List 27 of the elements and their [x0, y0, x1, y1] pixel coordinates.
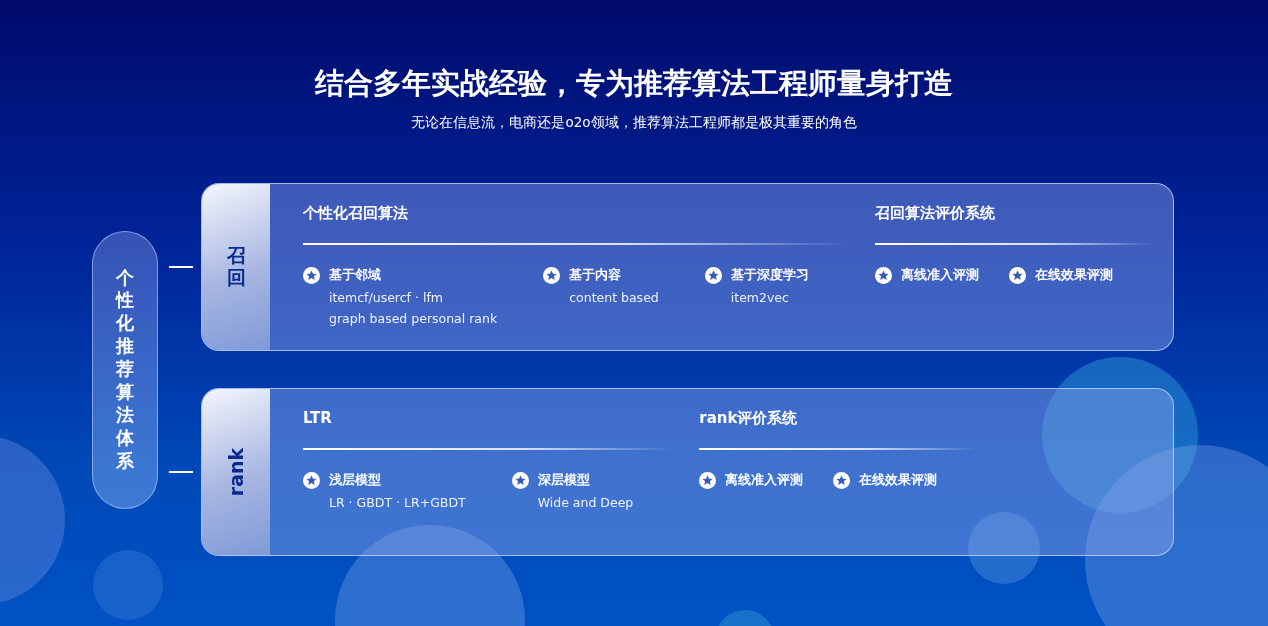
- page-title: 结合多年实战经验，专为推荐算法工程师量身打造: [315, 65, 953, 102]
- item-title: 基于深度学习: [730, 267, 809, 284]
- section-title: rank评价系统: [699, 409, 799, 429]
- section-title: 召回算法评价系统: [874, 204, 996, 224]
- section-title: 个性化召回算法: [303, 204, 409, 224]
- section-title: LTR: [303, 409, 333, 429]
- item-detail: graph based personal rank: [329, 311, 498, 326]
- root-node-label: 个性化推荐算法体系: [116, 266, 134, 473]
- item-title: 离线准入评测: [900, 267, 979, 284]
- connector-line: [169, 266, 193, 268]
- item-title: 深层模型: [537, 472, 590, 489]
- item-detail: content based: [569, 290, 659, 305]
- item-detail: LR · GBDT · LR+GBDT: [329, 495, 466, 510]
- item-detail: item2vec: [730, 290, 790, 305]
- card-tab-label: 召回: [226, 245, 246, 289]
- page-subtitle: 无论在信息流，电商还是o2o领域，推荐算法工程师都是极其重要的角色: [411, 114, 857, 132]
- item-title: 基于邻域: [329, 267, 381, 284]
- connector-line: [169, 471, 193, 473]
- item-title: 在线效果评测: [1034, 267, 1113, 284]
- item-title: 基于内容: [569, 267, 622, 284]
- item-detail: itemcf/usercf · lfm: [329, 290, 444, 305]
- item-detail: Wide and Deep: [537, 495, 634, 510]
- background-circle: [93, 550, 163, 620]
- item-title: 浅层模型: [329, 472, 381, 489]
- card-tab-label: rank: [225, 447, 247, 497]
- item-title: 在线效果评测: [859, 472, 938, 489]
- item-title: 离线准入评测: [725, 472, 804, 489]
